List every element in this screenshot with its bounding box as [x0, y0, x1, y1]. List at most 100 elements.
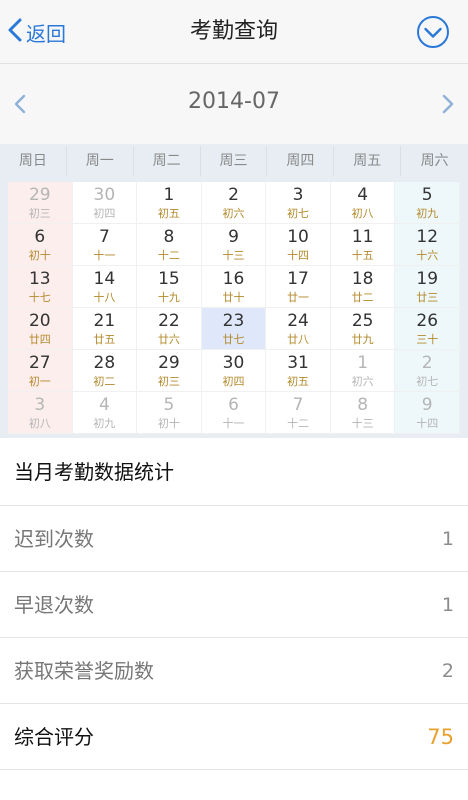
- lunar-date: 初四: [93, 207, 116, 220]
- lunar-date: 廿六: [157, 333, 180, 346]
- calendar-day[interactable]: 2 初七: [395, 350, 460, 392]
- lunar-date: 初一: [28, 375, 51, 388]
- calendar-day[interactable]: 5 初九: [395, 182, 460, 224]
- weekday-thu: 周四: [267, 146, 335, 176]
- day-number: 23: [222, 311, 245, 331]
- check-circle-icon: [416, 16, 450, 53]
- day-number: 22: [158, 311, 180, 331]
- back-label: 返回: [26, 21, 66, 46]
- late-count-row[interactable]: 迟到次数 1: [0, 506, 468, 572]
- day-number: 29: [158, 353, 180, 373]
- calendar-day[interactable]: 21 廿五: [72, 308, 138, 350]
- lunar-date: 廿三: [416, 291, 439, 304]
- calendar-day[interactable]: 11 十五: [330, 224, 396, 266]
- day-number: 13: [28, 269, 51, 289]
- day-number: 5: [421, 185, 433, 205]
- calendar-day[interactable]: 28 初二: [72, 350, 138, 392]
- calendar-day[interactable]: 30 初四: [201, 350, 267, 392]
- calendar-day[interactable]: 16 廿十: [201, 266, 267, 308]
- lunar-date: 廿四: [28, 333, 51, 346]
- calendar-day[interactable]: 4 初八: [330, 182, 396, 224]
- calendar-day[interactable]: 7 十二: [266, 392, 331, 434]
- day-number: 15: [158, 269, 180, 289]
- calendar-day-selected[interactable]: 23 廿七: [201, 308, 267, 350]
- honor-reward-row[interactable]: 获取荣誉奖励数 2: [0, 638, 468, 704]
- calendar-day[interactable]: 7 十一: [72, 224, 138, 266]
- lunar-date: 初八: [351, 207, 374, 220]
- weekday-wed: 周三: [201, 146, 268, 176]
- calendar-day[interactable]: 8 十二: [137, 224, 202, 266]
- day-number: 29: [28, 185, 51, 205]
- lunar-date: 十四: [416, 417, 439, 430]
- lunar-date: 廿八: [287, 333, 310, 346]
- prev-month-button[interactable]: [8, 92, 32, 116]
- lunar-date: 十一: [93, 249, 116, 262]
- day-number: 19: [416, 269, 439, 289]
- calendar-day[interactable]: 24 廿八: [266, 308, 331, 350]
- overall-score-row[interactable]: 综合评分 75: [0, 704, 468, 770]
- calendar-day[interactable]: 9 十四: [395, 392, 460, 434]
- calendar-day[interactable]: 30 初四: [72, 182, 138, 224]
- weekday-mon: 周一: [67, 146, 134, 176]
- lunar-date: 十五: [351, 249, 374, 262]
- lunar-date: 初二: [93, 375, 116, 388]
- calendar-day[interactable]: 20 廿四: [8, 308, 73, 350]
- calendar-day[interactable]: 27 初一: [8, 350, 73, 392]
- calendar-day[interactable]: 22 廿六: [137, 308, 202, 350]
- late-count-value: 1: [441, 528, 454, 550]
- lunar-date: 十九: [157, 291, 180, 304]
- lunar-date: 初七: [287, 207, 310, 220]
- lunar-date: 廿五: [93, 333, 116, 346]
- day-number: 25: [351, 311, 374, 331]
- calendar-day[interactable]: 8 十三: [330, 392, 396, 434]
- weekday-header: 周日 周一 周二 周三 周四 周五 周六: [0, 146, 468, 176]
- calendar-day[interactable]: 4 初九: [72, 392, 138, 434]
- day-number: 7: [98, 227, 110, 247]
- calendar-day[interactable]: 10 十四: [266, 224, 331, 266]
- calendar-day[interactable]: 19 廿三: [395, 266, 460, 308]
- calendar-day[interactable]: 12 十六: [395, 224, 460, 266]
- calendar-day[interactable]: 13 十七: [8, 266, 73, 308]
- calendar-day[interactable]: 31 初五: [266, 350, 331, 392]
- day-number: 17: [287, 269, 309, 289]
- lunar-date: 初四: [222, 375, 245, 388]
- calendar-day[interactable]: 17 廿一: [266, 266, 331, 308]
- day-number: 8: [163, 227, 175, 247]
- lunar-date: 初六: [351, 375, 374, 388]
- calendar-day[interactable]: 9 十三: [201, 224, 267, 266]
- calendar-day[interactable]: 29 初三: [137, 350, 202, 392]
- lunar-date: 初五: [157, 207, 180, 220]
- calendar-day[interactable]: 25 廿九: [330, 308, 396, 350]
- early-leave-row[interactable]: 早退次数 1: [0, 572, 468, 638]
- month-navigator: 2014-07: [0, 64, 468, 144]
- calendar-day[interactable]: 14 十八: [72, 266, 138, 308]
- calendar-day[interactable]: 1 初六: [330, 350, 396, 392]
- calendar-day[interactable]: 1 初五: [137, 182, 202, 224]
- day-number: 9: [421, 395, 433, 415]
- day-number: 4: [357, 185, 369, 205]
- day-number: 21: [93, 311, 116, 331]
- day-number: 4: [98, 395, 110, 415]
- overall-score-value: 75: [427, 725, 454, 749]
- back-button[interactable]: 返回: [6, 8, 72, 56]
- calendar-day[interactable]: 3 初七: [266, 182, 331, 224]
- confirm-button[interactable]: [416, 15, 450, 49]
- honor-reward-label: 获取荣誉奖励数: [14, 659, 154, 683]
- next-month-button[interactable]: [436, 92, 460, 116]
- calendar-day[interactable]: 6 十一: [201, 392, 267, 434]
- calendar-day[interactable]: 26 三十: [395, 308, 460, 350]
- calendar-day[interactable]: 2 初六: [201, 182, 267, 224]
- calendar-day[interactable]: 18 廿二: [330, 266, 396, 308]
- calendar-day[interactable]: 3 初八: [8, 392, 73, 434]
- calendar-day[interactable]: 5 初十: [137, 392, 202, 434]
- lunar-date: 十三: [222, 249, 245, 262]
- lunar-date: 初十: [28, 249, 51, 262]
- weekday-fri: 周五: [334, 146, 402, 176]
- lunar-date: 初八: [28, 417, 51, 430]
- lunar-date: 十七: [28, 291, 51, 304]
- calendar-day[interactable]: 15 十九: [137, 266, 202, 308]
- calendar-day[interactable]: 29 初三: [8, 182, 73, 224]
- calendar-day[interactable]: 6 初十: [8, 224, 73, 266]
- lunar-date: 廿二: [351, 291, 374, 304]
- lunar-date: 廿十: [222, 291, 245, 304]
